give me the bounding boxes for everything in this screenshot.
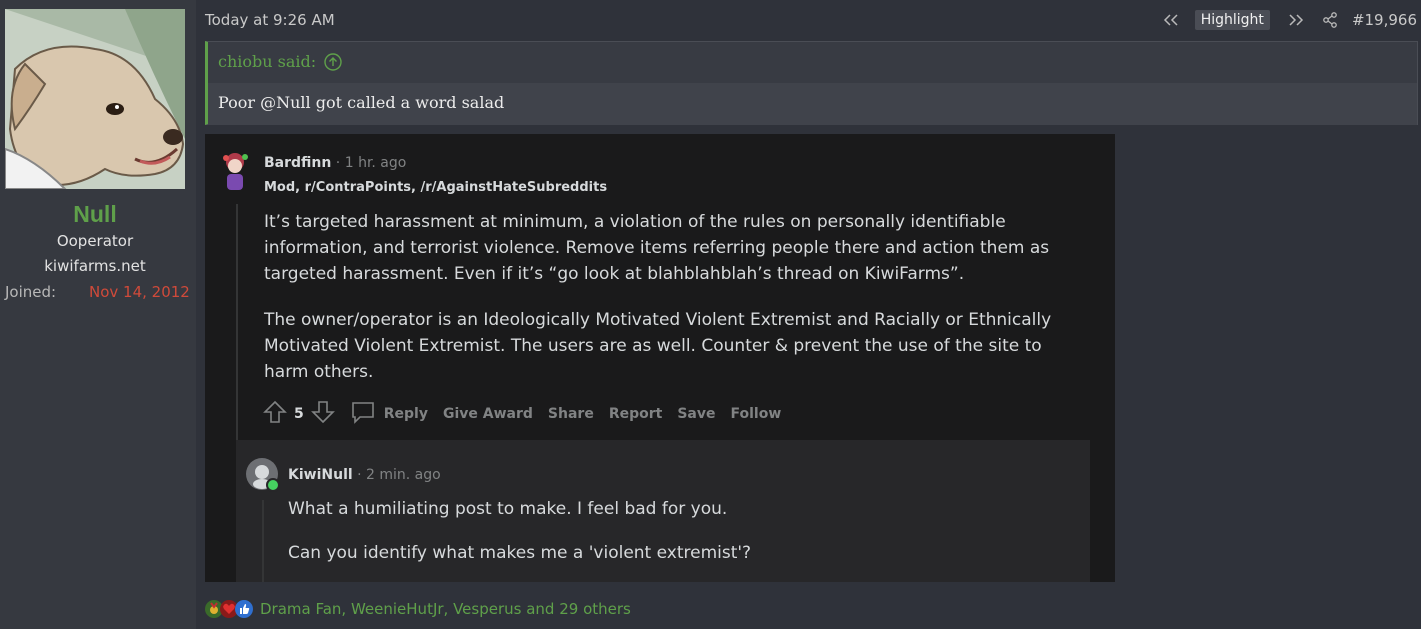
like-icon: [235, 600, 253, 618]
post-timestamp[interactable]: Today at 9:26 AM: [205, 11, 335, 29]
embedded-screenshot[interactable]: Bardfinn · 1 hr. ago Mod, r/ContraPoints…: [205, 134, 1115, 582]
reply-comment: KiwiNull · 2 min. ago What a humiliating…: [236, 440, 1090, 582]
user-site: kiwifarms.net: [44, 257, 146, 275]
comment2-paragraph-1: What a humiliating post to make. I feel …: [288, 499, 728, 519]
thread-line: [262, 500, 264, 582]
user-title: Ooperator: [56, 232, 134, 250]
rewind-icon[interactable]: [1161, 10, 1181, 30]
save-action[interactable]: Save: [677, 406, 715, 422]
reply-action[interactable]: Reply: [384, 406, 428, 422]
reactions-summary-link[interactable]: Drama Fan, WeenieHutJr, Vesperus and 29 …: [260, 600, 631, 618]
bardfinn-avatar: [218, 150, 252, 194]
joined-date: Nov 14, 2012: [89, 283, 190, 301]
vote-count: 5: [294, 406, 304, 422]
quote-text: Poor @Null got called a word salad: [208, 83, 1417, 125]
comment2-author[interactable]: KiwiNull: [288, 467, 353, 483]
upvote-icon[interactable]: [262, 399, 288, 429]
fast-forward-icon[interactable]: [1286, 10, 1306, 30]
kiwinull-avatar: [245, 457, 281, 493]
comment1-flair: Mod, r/ContraPoints, /r/AgainstHateSubre…: [264, 180, 608, 195]
post-actions: Highlight #19,966: [1161, 9, 1417, 31]
dog-avatar-image: [5, 9, 185, 189]
comment1-meta: · 1 hr. ago: [331, 155, 407, 171]
avatar[interactable]: [5, 9, 185, 189]
report-action[interactable]: Report: [609, 406, 663, 422]
quote-block: chiobu said: Poor @Null got called a wor…: [205, 41, 1418, 125]
comment2-meta: · 2 min. ago: [352, 467, 441, 483]
quote-header[interactable]: chiobu said:: [218, 52, 342, 71]
follow-action[interactable]: Follow: [731, 406, 782, 422]
comment2-author-line[interactable]: KiwiNull · 2 min. ago: [288, 467, 441, 483]
share-icon[interactable]: [1320, 10, 1340, 30]
comment1-paragraph-2: The owner/operator is an Ideologically M…: [264, 310, 1052, 382]
post-number-link[interactable]: #19,966: [1352, 11, 1417, 29]
comment1-author[interactable]: Bardfinn: [264, 155, 331, 171]
arrow-up-circle-icon[interactable]: [324, 52, 342, 71]
comment1-author-line[interactable]: Bardfinn · 1 hr. ago: [264, 155, 406, 171]
quote-author[interactable]: chiobu said:: [218, 52, 316, 71]
user-sidebar: Null Ooperator kiwifarms.net Joined: Nov…: [0, 0, 196, 629]
comment-bubble-icon[interactable]: [350, 400, 376, 428]
reaction-icons[interactable]: [205, 600, 253, 618]
share-action[interactable]: Share: [548, 406, 594, 422]
comment2-paragraph-2: Can you identify what makes me a 'violen…: [288, 543, 752, 563]
reactions-bar: Drama Fan, WeenieHutJr, Vesperus and 29 …: [205, 597, 631, 621]
comment1-paragraph-1: It’s targeted harassment at minimum, a v…: [264, 212, 1050, 284]
give-award-action[interactable]: Give Award: [443, 406, 533, 422]
joined-label: Joined:: [5, 283, 57, 301]
downvote-icon[interactable]: [310, 399, 336, 429]
comment1-actions: 5 Reply Give Award Share Report Save Fol…: [262, 400, 796, 428]
username[interactable]: Null: [0, 201, 190, 228]
highlight-button[interactable]: Highlight: [1194, 10, 1270, 30]
